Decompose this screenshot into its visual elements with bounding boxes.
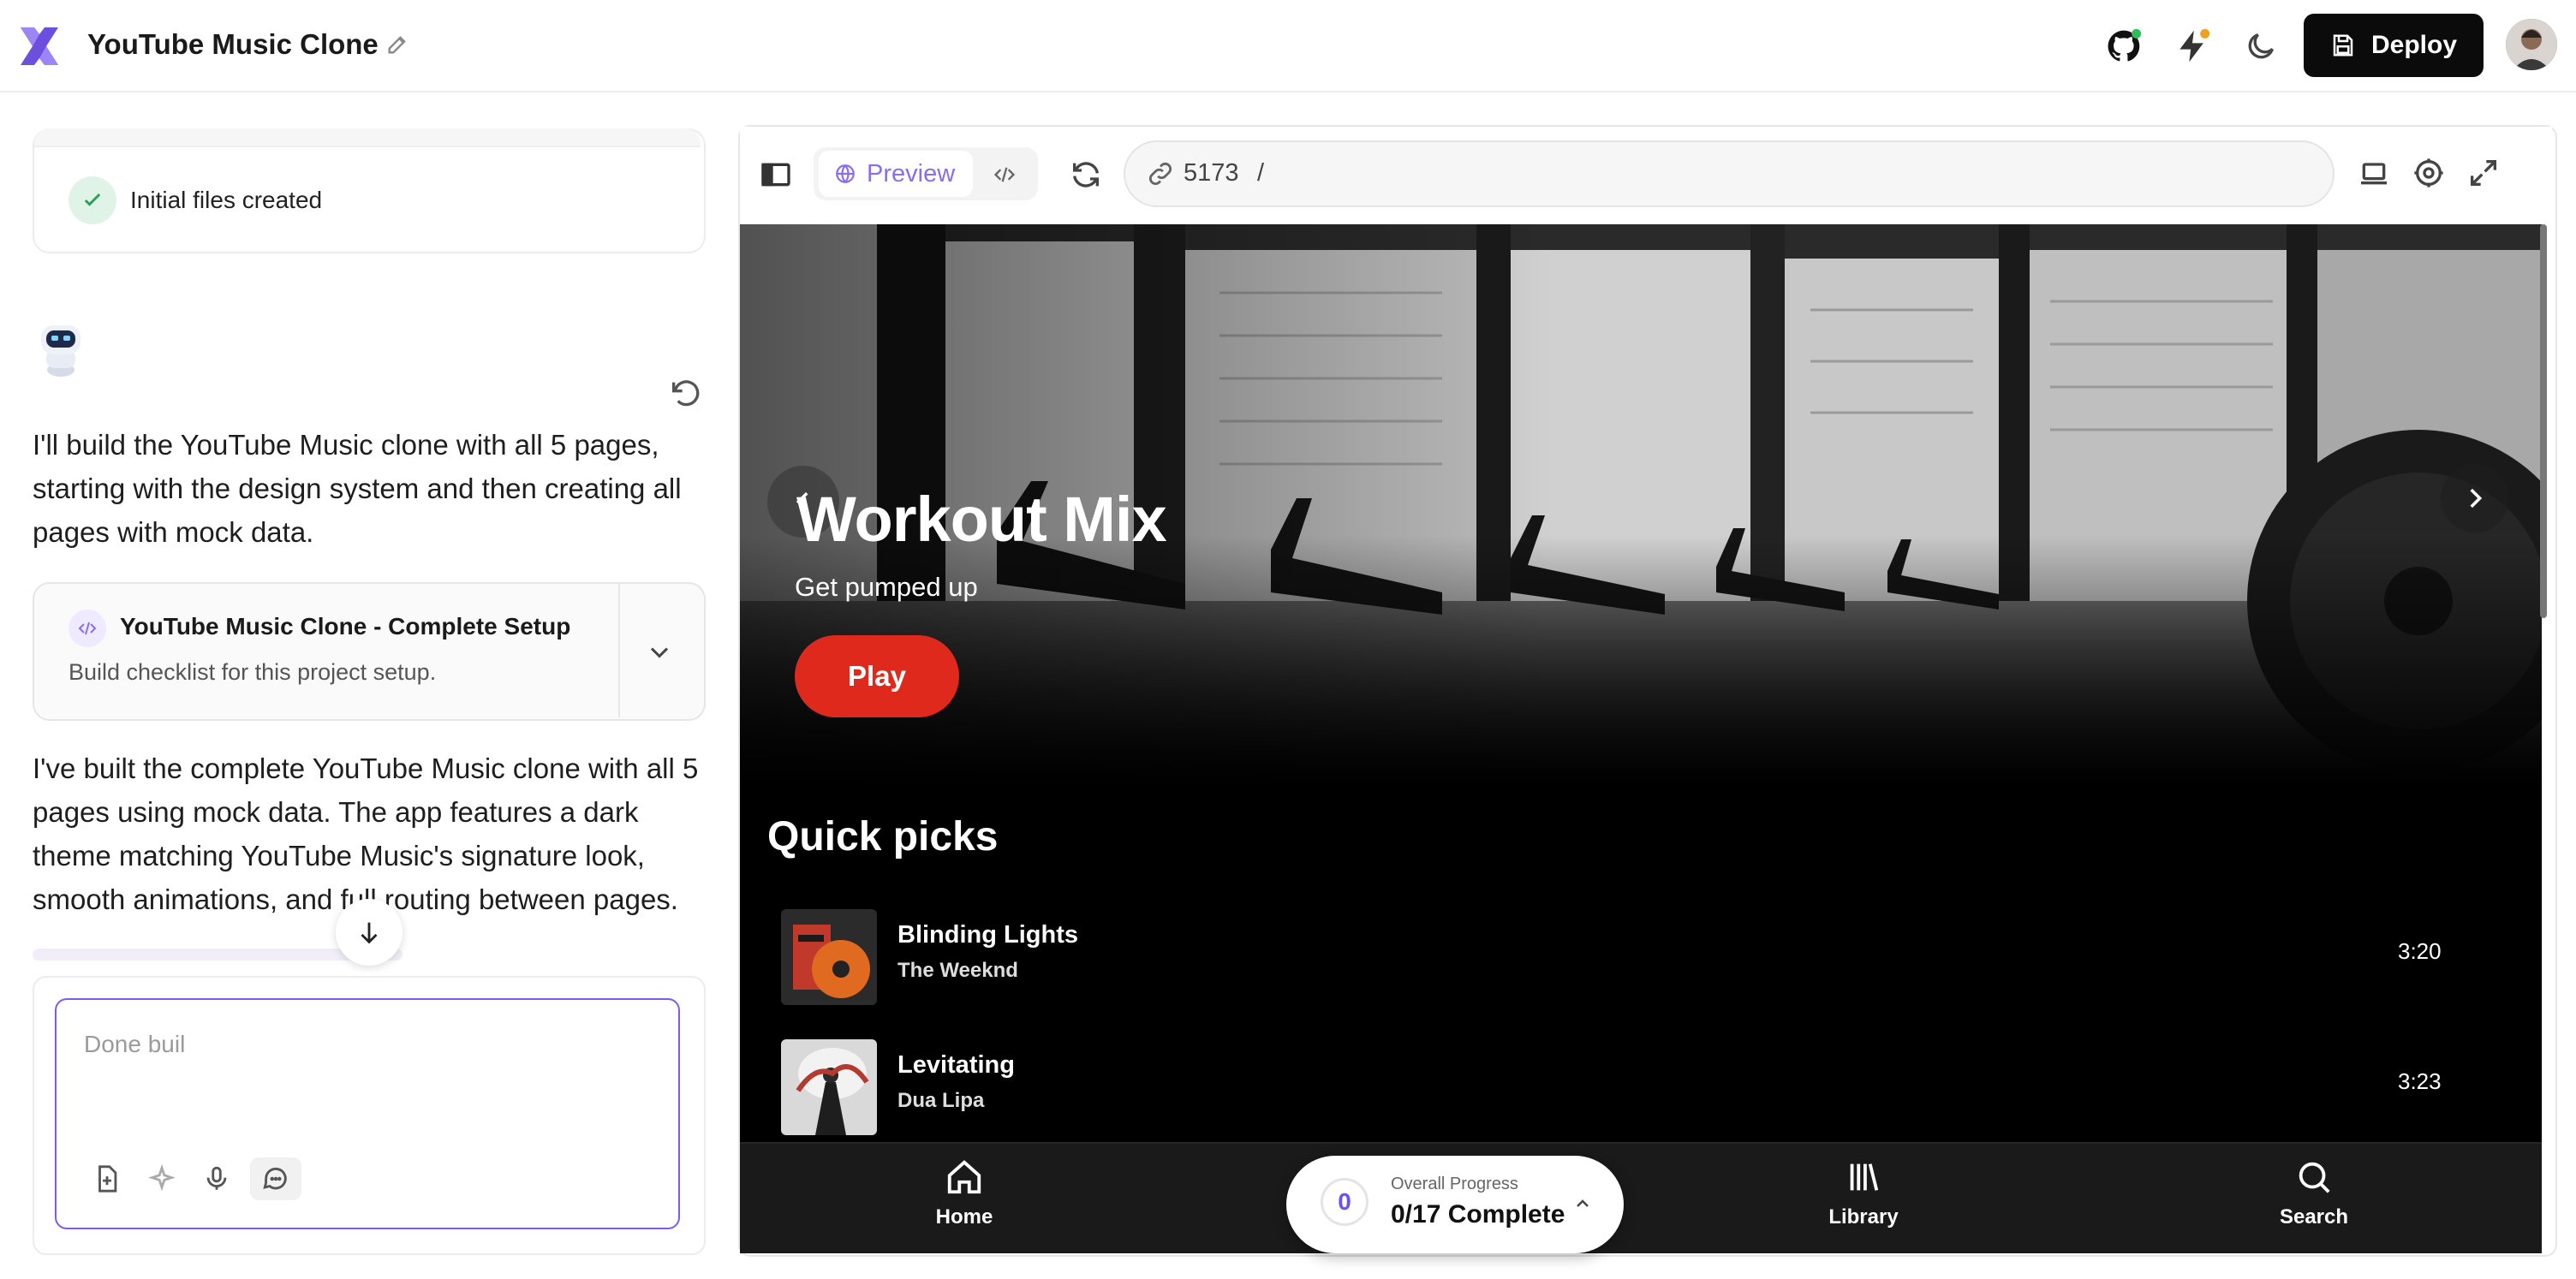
refresh-icon[interactable] [1069, 158, 1103, 192]
artifact-divider [618, 584, 620, 717]
attach-file-icon[interactable] [86, 1157, 128, 1200]
sparkle-icon[interactable] [140, 1157, 183, 1200]
song-duration: 3:23 [2398, 1068, 2442, 1094]
nav-home[interactable]: Home [879, 1157, 1050, 1243]
song-row[interactable]: Blinding Lights The Weeknd 3:20 [767, 909, 2531, 1012]
chat-input-value: Done buil [84, 1031, 186, 1057]
app-logo-icon[interactable] [17, 24, 62, 68]
app-scrollbar[interactable] [2540, 224, 2547, 618]
song-artist: Dua Lipa [897, 1089, 985, 1112]
home-icon [945, 1157, 984, 1197]
expand-icon[interactable] [2466, 156, 2502, 192]
hero-next-button[interactable] [2441, 464, 2509, 532]
bolt-icon[interactable] [2172, 26, 2213, 67]
artifact-title: YouTube Music Clone - Complete Setup [120, 613, 571, 640]
progress-label: Overall Progress [1391, 1175, 1518, 1193]
assistant-bot-icon [33, 318, 89, 378]
code-icon [993, 163, 1017, 187]
files-card-header [34, 128, 701, 147]
search-icon [2294, 1157, 2334, 1197]
chat-mode-icon[interactable] [250, 1157, 301, 1200]
check-icon [69, 176, 116, 224]
album-art-image [781, 1039, 877, 1135]
nav-search-label: Search [2279, 1205, 2349, 1228]
edit-pencil-icon[interactable] [385, 33, 409, 57]
user-avatar[interactable] [2506, 19, 2557, 70]
deploy-button[interactable]: Deploy [2304, 14, 2484, 77]
globe-icon [834, 163, 856, 185]
save-icon [2330, 33, 2356, 58]
nav-library-label: Library [1828, 1205, 1899, 1228]
project-title: YouTube Music Clone [87, 28, 379, 60]
assistant-message: I've built the complete YouTube Music cl… [33, 753, 699, 915]
code-icon [69, 610, 106, 647]
deploy-label: Deploy [2370, 31, 2458, 59]
song-title: Blinding Lights [897, 921, 1079, 949]
link-icon [1146, 159, 1175, 188]
hero-play-button[interactable]: Play [795, 635, 959, 717]
scroll-down-button[interactable] [336, 899, 402, 966]
moon-icon[interactable] [2240, 26, 2281, 67]
sidebar-toggle-icon[interactable] [759, 158, 793, 192]
song-row[interactable]: Levitating Dua Lipa 3:23 [767, 1039, 2531, 1142]
chevron-up-icon[interactable] [1572, 1193, 1593, 1214]
hero-subtitle: Get pumped up [795, 572, 978, 602]
tab-code[interactable] [985, 158, 1024, 192]
progress-value: 0/17 Complete [1391, 1200, 1565, 1228]
artifact-card[interactable] [33, 582, 706, 721]
preview-tab-label: Preview [867, 159, 956, 187]
quick-picks-heading: Quick picks [767, 814, 999, 860]
nav-home-label: Home [935, 1205, 993, 1228]
hero-title: Workout Mix [796, 484, 1167, 555]
library-icon [1844, 1157, 1883, 1197]
microphone-icon[interactable] [195, 1157, 238, 1200]
album-art-image [781, 909, 877, 1005]
laptop-icon[interactable] [2357, 156, 2393, 192]
files-status-label: Initial files created [130, 187, 323, 213]
undo-icon[interactable] [668, 377, 702, 411]
url-path: / [1257, 159, 1265, 187]
artifact-subtitle: Build checklist for this project setup. [69, 659, 437, 685]
chevron-down-icon[interactable] [644, 637, 675, 668]
nav-search[interactable]: Search [2228, 1157, 2400, 1243]
url-port: 5173 [1184, 159, 1239, 187]
settings-icon[interactable] [2412, 156, 2448, 192]
tab-preview[interactable]: Preview [819, 151, 973, 197]
song-duration: 3:20 [2398, 938, 2442, 964]
github-icon[interactable] [2103, 26, 2144, 67]
nav-library[interactable]: Library [1778, 1157, 1949, 1243]
assistant-message: I'll build the YouTube Music clone with … [33, 429, 682, 548]
song-title: Levitating [897, 1051, 1015, 1079]
url-bar[interactable] [1124, 140, 2334, 207]
song-artist: The Weeknd [897, 959, 1018, 982]
progress-count: 0 [1321, 1178, 1368, 1226]
